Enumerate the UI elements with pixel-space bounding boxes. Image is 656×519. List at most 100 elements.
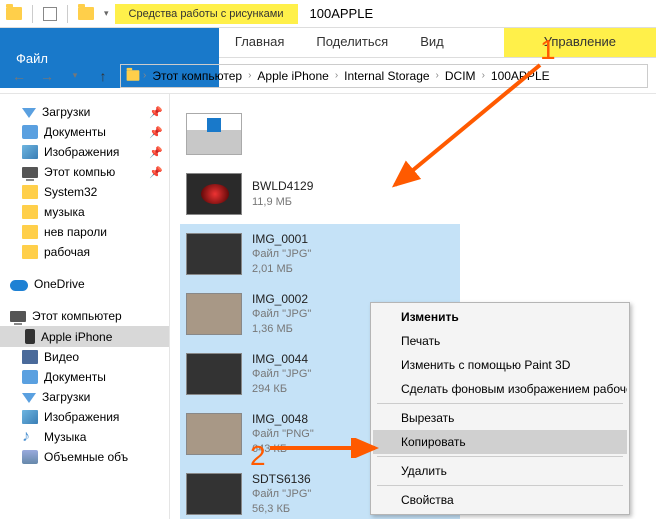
file-meta: 11,9 МБ [252,195,313,210]
images-icon [22,410,38,424]
file-thumbnail [186,353,242,395]
chevron-right-icon[interactable]: › [248,70,251,81]
sidebar-item-this-pc[interactable]: Этот компьютер [0,306,169,326]
ctx-copy[interactable]: Копировать [373,430,627,454]
sidebar-label: рабочая [44,245,90,259]
file-name: IMG_0002 [252,291,311,307]
pin-icon: 📌 [149,146,163,159]
separator [377,485,623,486]
sidebar-label: Изображения [44,145,119,159]
file-meta: Файл "JPG" [252,247,311,262]
ctx-delete[interactable]: Удалить [373,459,627,483]
ctx-paint3d[interactable]: Изменить с помощью Paint 3D [373,353,627,377]
breadcrumb-item[interactable]: 100APPLE [487,67,554,85]
file-thumbnail [186,473,242,515]
folder-icon [127,70,140,80]
file-meta: Файл "JPG" [252,487,311,502]
folder-icon [6,7,22,20]
ctx-cut[interactable]: Вырезать [373,406,627,430]
sidebar-item-images[interactable]: Изображения 📌 [0,142,169,162]
chevron-right-icon[interactable]: › [482,70,485,81]
sidebar-item-documents[interactable]: Документы📌 [0,122,169,142]
file-item[interactable] [180,104,460,164]
chevron-right-icon[interactable]: › [436,70,439,81]
file-thumbnail [186,113,242,155]
tab-share[interactable]: Поделиться [300,28,404,57]
breadcrumb-item[interactable]: DCIM [441,67,480,85]
context-menu: Изменить Печать Изменить с помощью Paint… [370,302,630,515]
disk-icon [22,450,38,464]
sidebar-item-video[interactable]: Видео [0,347,169,367]
download-icon [22,108,36,118]
tab-manage[interactable]: Управление [504,28,656,57]
quick-access-toolbar: ▾ [0,5,115,23]
back-button[interactable]: ← [8,65,30,87]
recent-locations-icon[interactable]: ▾ [64,65,86,87]
file-name: SDTS6136 [252,471,311,487]
chevron-right-icon[interactable]: › [335,70,338,81]
forward-button[interactable]: → [36,65,58,87]
breadcrumb-item[interactable]: Apple iPhone [253,67,332,85]
sidebar-item-work[interactable]: рабочая [0,242,169,262]
sidebar-label: System32 [44,185,97,199]
file-info: IMG_0044Файл "JPG"294 КБ [252,351,311,397]
chevron-down-icon[interactable]: ▾ [104,8,109,19]
folder-icon[interactable] [78,7,94,20]
ribbon-tabs: Файл Главная Поделиться Вид Управление [0,28,656,58]
ctx-print[interactable]: Печать [373,329,627,353]
file-meta: Файл "JPG" [252,307,311,322]
sidebar-label: Видео [44,350,79,364]
file-name: IMG_0044 [252,351,311,367]
sidebar-item-system32[interactable]: System32 [0,182,169,202]
title-bar: ▾ Средства работы с рисунками 100APPLE [0,0,656,28]
images-icon [22,145,38,159]
tab-home[interactable]: Главная [219,28,300,57]
sidebar-item-this-pc[interactable]: Этот компью📌 [0,162,169,182]
sidebar-item-downloads[interactable]: Загрузки [0,387,169,407]
folder-icon [22,245,38,259]
up-button[interactable]: ↑ [92,65,114,87]
folder-icon [22,185,38,199]
sidebar-item-downloads[interactable]: Загрузки📌 [0,102,169,122]
folder-icon [22,205,38,219]
file-item[interactable]: BWLD412911,9 МБ [180,164,460,224]
ctx-label: Изменить [401,310,459,324]
sidebar-item-music[interactable]: ♪Музыка [0,427,169,447]
sidebar-item-onedrive[interactable]: OneDrive [0,274,169,294]
ctx-wallpaper[interactable]: Сделать фоновым изображением рабочего ст… [373,377,627,401]
download-icon [22,393,36,403]
ctx-properties[interactable]: Свойства [373,488,627,512]
pin-icon: 📌 [149,106,163,119]
sidebar-label: Музыка [44,430,86,444]
separator [377,456,623,457]
file-meta: 643 КБ [252,442,314,457]
sidebar-item-apple-iphone[interactable]: Apple iPhone [0,326,169,347]
file-info: SDTS6136Файл "JPG"56,3 КБ [252,471,311,517]
pin-icon: 📌 [149,126,163,139]
file-meta: Файл "JPG" [252,367,311,382]
sidebar-item-music[interactable]: музыка [0,202,169,222]
file-info: IMG_0048Файл "PNG"643 КБ [252,411,314,457]
ctx-edit[interactable]: Изменить [373,305,627,329]
file-item[interactable]: IMG_0001Файл "JPG"2,01 МБ [180,224,460,284]
file-meta: 294 КБ [252,382,311,397]
file-thumbnail [186,233,242,275]
phone-icon [25,329,35,344]
properties-icon[interactable] [43,7,57,21]
tab-view[interactable]: Вид [404,28,460,57]
separator [67,5,68,23]
onedrive-icon [10,280,28,291]
pc-icon [10,311,26,322]
sidebar-item-images[interactable]: Изображения [0,407,169,427]
file-meta: 2,01 МБ [252,262,311,277]
file-name: BWLD4129 [252,178,313,194]
window-title: 100APPLE [298,6,656,21]
breadcrumb-item[interactable]: Этот компьютер [148,67,246,85]
sidebar-item-volumes[interactable]: Объемные объ [0,447,169,467]
sidebar-item-passwords[interactable]: нев пароли [0,222,169,242]
file-meta: 56,3 КБ [252,502,311,517]
breadcrumb-bar[interactable]: › Этот компьютер › Apple iPhone › Intern… [120,64,648,88]
breadcrumb-item[interactable]: Internal Storage [340,67,433,85]
sidebar-item-documents[interactable]: Документы [0,367,169,387]
chevron-right-icon[interactable]: › [143,70,146,81]
